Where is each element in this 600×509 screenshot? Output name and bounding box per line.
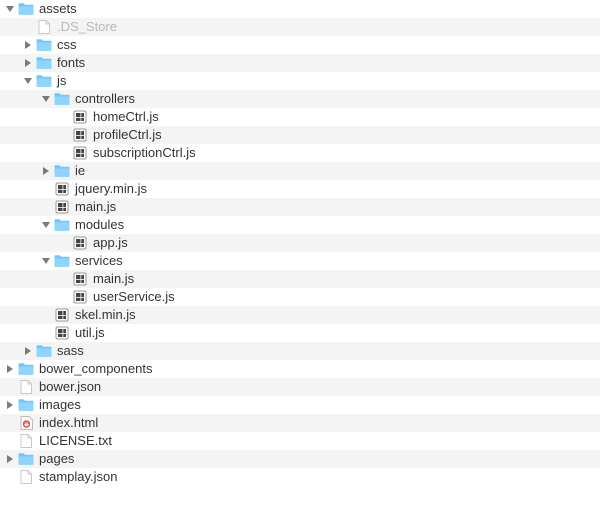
tree-row[interactable]: jquery.min.js [0,180,600,198]
tree-row[interactable]: fonts [0,54,600,72]
tree-item-label: fonts [57,54,85,72]
folder-icon [36,344,52,358]
tree-item-label: assets [39,0,77,18]
tree-row[interactable]: .DS_Store [0,18,600,36]
html-file-icon [18,416,34,430]
folder-icon [18,452,34,466]
tree-row[interactable]: subscriptionCtrl.js [0,144,600,162]
folder-icon [18,398,34,412]
folder-icon [36,38,52,52]
tree-row[interactable]: LICENSE.txt [0,432,600,450]
tree-item-label: userService.js [93,288,175,306]
folder-icon [36,56,52,70]
js-file-icon [54,308,70,322]
tree-item-label: app.js [93,234,128,252]
tree-item-label: util.js [75,324,105,342]
tree-item-label: jquery.min.js [75,180,147,198]
js-file-icon [72,110,88,124]
tree-item-label: images [39,396,81,414]
disclosure-down-icon[interactable] [40,219,52,231]
js-file-icon [72,290,88,304]
tree-item-label: main.js [93,270,134,288]
folder-icon [54,254,70,268]
js-file-icon [54,326,70,340]
tree-item-label: bower_components [39,360,152,378]
js-file-icon [72,128,88,142]
tree-row[interactable]: controllers [0,90,600,108]
tree-item-label: pages [39,450,74,468]
folder-icon [18,362,34,376]
tree-item-label: bower.json [39,378,101,396]
file-icon [36,20,52,34]
disclosure-right-icon[interactable] [22,39,34,51]
folder-icon [18,2,34,16]
tree-item-label: profileCtrl.js [93,126,162,144]
tree-row[interactable]: homeCtrl.js [0,108,600,126]
folder-icon [36,74,52,88]
tree-row[interactable]: css [0,36,600,54]
disclosure-right-icon[interactable] [4,399,16,411]
tree-row[interactable]: profileCtrl.js [0,126,600,144]
disclosure-right-icon[interactable] [4,453,16,465]
tree-row[interactable]: skel.min.js [0,306,600,324]
tree-row[interactable]: index.html [0,414,600,432]
tree-row[interactable]: app.js [0,234,600,252]
tree-item-label: services [75,252,123,270]
tree-row[interactable]: js [0,72,600,90]
disclosure-right-icon[interactable] [22,345,34,357]
tree-row[interactable]: images [0,396,600,414]
tree-item-label: homeCtrl.js [93,108,159,126]
folder-icon [54,218,70,232]
disclosure-down-icon[interactable] [22,75,34,87]
folder-icon [54,92,70,106]
disclosure-right-icon[interactable] [22,57,34,69]
tree-item-label: .DS_Store [57,18,117,36]
disclosure-down-icon[interactable] [40,255,52,267]
disclosure-down-icon[interactable] [4,3,16,15]
tree-item-label: ie [75,162,85,180]
tree-row[interactable]: userService.js [0,288,600,306]
tree-item-label: sass [57,342,84,360]
tree-item-label: skel.min.js [75,306,136,324]
file-tree: assets .DS_Store css fonts js controller… [0,0,600,486]
tree-item-label: main.js [75,198,116,216]
tree-row[interactable]: assets [0,0,600,18]
tree-item-label: stamplay.json [39,468,118,486]
js-file-icon [72,272,88,286]
tree-row[interactable]: modules [0,216,600,234]
tree-item-label: subscriptionCtrl.js [93,144,196,162]
file-icon [18,380,34,394]
tree-row[interactable]: main.js [0,198,600,216]
tree-item-label: css [57,36,77,54]
tree-row[interactable]: pages [0,450,600,468]
tree-item-label: LICENSE.txt [39,432,112,450]
tree-row[interactable]: bower.json [0,378,600,396]
js-file-icon [54,182,70,196]
tree-row[interactable]: bower_components [0,360,600,378]
js-file-icon [54,200,70,214]
tree-item-label: index.html [39,414,98,432]
disclosure-right-icon[interactable] [4,363,16,375]
tree-item-label: modules [75,216,124,234]
tree-row[interactable]: ie [0,162,600,180]
file-icon [18,434,34,448]
disclosure-right-icon[interactable] [40,165,52,177]
tree-row[interactable]: services [0,252,600,270]
tree-item-label: controllers [75,90,135,108]
tree-row[interactable]: main.js [0,270,600,288]
tree-row[interactable]: sass [0,342,600,360]
tree-row[interactable]: util.js [0,324,600,342]
folder-icon [54,164,70,178]
js-file-icon [72,146,88,160]
tree-row[interactable]: stamplay.json [0,468,600,486]
disclosure-down-icon[interactable] [40,93,52,105]
js-file-icon [72,236,88,250]
tree-item-label: js [57,72,66,90]
file-icon [18,470,34,484]
